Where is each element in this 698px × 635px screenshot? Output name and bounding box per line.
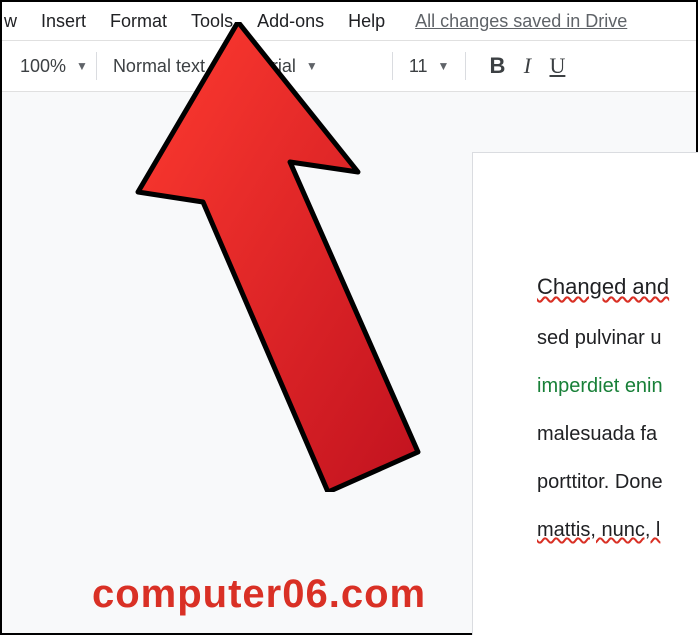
toolbar-divider <box>243 52 244 80</box>
font-select[interactable]: Arial ▼ <box>248 46 388 86</box>
toolbar-divider <box>392 52 393 80</box>
doc-line-3: imperdiet enin <box>537 362 698 410</box>
save-status[interactable]: All changes saved in Drive <box>415 11 627 32</box>
caret-down-icon: ▼ <box>76 59 88 73</box>
caret-down-icon: ▼ <box>306 59 318 73</box>
zoom-select[interactable]: 100% ▼ <box>8 46 92 86</box>
menu-format[interactable]: Format <box>98 5 179 38</box>
bold-button[interactable]: B <box>482 51 512 81</box>
menu-addons[interactable]: Add-ons <box>245 5 336 38</box>
doc-line-5: porttitor. Done <box>537 458 698 506</box>
menu-insert[interactable]: Insert <box>29 5 98 38</box>
text-format-group: B I U <box>470 46 584 86</box>
doc-line-4: malesuada fa <box>537 410 698 458</box>
doc-line-1: Changed and <box>537 261 698 314</box>
menu-view[interactable]: w <box>2 5 29 38</box>
toolbar-divider <box>465 52 466 80</box>
toolbar-divider <box>96 52 97 80</box>
document-page[interactable]: Changed and sed pulvinar u imperdiet eni… <box>472 152 698 635</box>
doc-line-6: mattis, nunc, l <box>537 506 698 554</box>
italic-button[interactable]: I <box>512 51 542 81</box>
menu-help[interactable]: Help <box>336 5 397 38</box>
font-size-select[interactable]: 11 ▼ <box>397 46 462 86</box>
doc-line-2: sed pulvinar u <box>537 314 698 362</box>
menu-bar: w Insert Format Tools Add-ons Help All c… <box>2 2 696 40</box>
zoom-value: 100% <box>20 56 66 77</box>
paragraph-style-value: Normal text <box>113 56 205 77</box>
paragraph-style-select[interactable]: Normal text ▼ <box>101 46 239 86</box>
editor-canvas[interactable]: Changed and sed pulvinar u imperdiet eni… <box>2 92 696 633</box>
font-value: Arial <box>260 56 296 77</box>
toolbar: 100% ▼ Normal text ▼ Arial ▼ 11 ▼ B I U <box>2 41 696 91</box>
watermark-text: computer06.com <box>92 572 426 617</box>
menu-tools[interactable]: Tools <box>179 5 245 38</box>
caret-down-icon: ▼ <box>438 59 450 73</box>
font-size-value: 11 <box>409 56 428 77</box>
caret-down-icon: ▼ <box>215 59 227 73</box>
underline-button[interactable]: U <box>542 51 572 81</box>
